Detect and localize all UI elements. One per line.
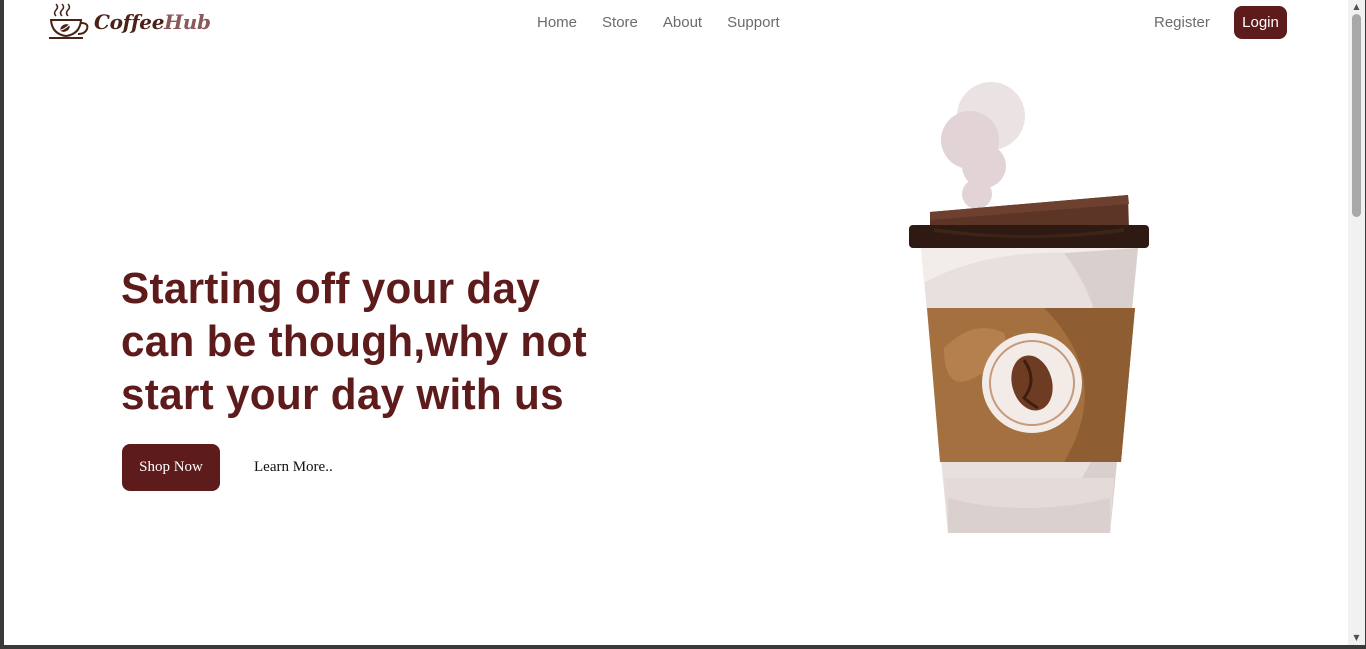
nav-link-support[interactable]: Support <box>727 14 780 31</box>
learn-more-link[interactable]: Learn More.. <box>254 459 333 476</box>
triangle-down-icon[interactable]: ▼ <box>1348 631 1365 645</box>
coffee-cup-illustration <box>909 82 1149 533</box>
navbar: CoffeeHub Home Store About Support Regis… <box>4 0 1348 46</box>
triangle-up-icon[interactable]: ▲ <box>1348 0 1365 14</box>
register-link[interactable]: Register <box>1154 14 1210 31</box>
hero-title-line: Starting off your day <box>121 264 541 313</box>
coffee-cup-icon <box>49 3 89 39</box>
hero-title-line: start your day with us <box>121 370 564 419</box>
shop-now-button[interactable]: Shop Now <box>122 444 220 491</box>
scrollbar-thumb[interactable] <box>1352 14 1361 217</box>
brand-logo-link[interactable]: CoffeeHub <box>48 2 211 42</box>
vertical-scrollbar[interactable]: ▲ ▼ <box>1348 0 1365 645</box>
hero-title-line: can be though,why not <box>121 317 587 366</box>
nav-link-store[interactable]: Store <box>602 14 638 31</box>
page-viewport: CoffeeHub Home Store About Support Regis… <box>4 0 1348 645</box>
brand-name-part2: Hub <box>164 10 211 34</box>
login-button[interactable]: Login <box>1234 6 1287 39</box>
steam-bubbles <box>941 82 1025 209</box>
hero-title: Starting off your day can be though,why … <box>121 262 620 421</box>
nav-link-about[interactable]: About <box>663 14 702 31</box>
window-bottom-edge <box>0 645 1366 649</box>
brand-name: CoffeeHub <box>94 10 211 34</box>
nav-link-home[interactable]: Home <box>537 14 577 31</box>
brand-name-part1: Coffee <box>94 10 165 34</box>
nav-links: Home Store About Support <box>537 14 805 31</box>
